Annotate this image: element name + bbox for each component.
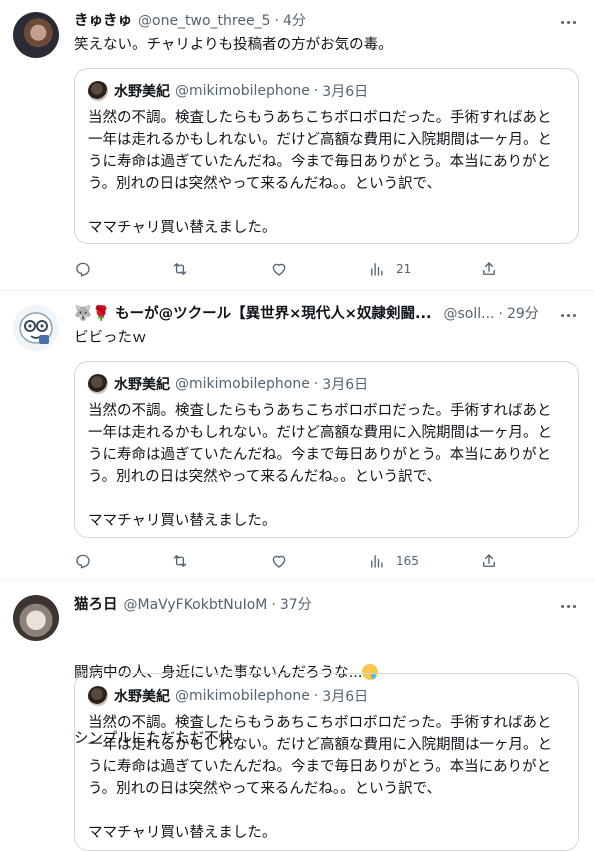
- retweet-icon: [173, 263, 187, 275]
- views-chart-icon: [371, 555, 383, 568]
- quoted-display-name: 水野美紀: [114, 689, 170, 705]
- share-button[interactable]: [480, 258, 498, 280]
- action-bar: 165: [74, 550, 504, 572]
- quoted-text: 当然の不調。検査したらもうあちこちボロボロだった。手術すればあと 一年は走れるか…: [88, 403, 552, 529]
- retweet-button[interactable]: [171, 258, 189, 280]
- views-count: 165: [396, 554, 419, 568]
- timestamp[interactable]: 37分: [280, 594, 312, 616]
- tweet-text: ビビったｗ: [74, 330, 147, 346]
- tweet-header: 猫ろ日 @MaVyFKokbtNuIoM · 37分: [74, 594, 554, 616]
- retweet-icon: [173, 555, 187, 567]
- separator-dot: ·: [313, 688, 319, 704]
- heart-icon: [272, 263, 286, 276]
- reply-button[interactable]: [74, 550, 92, 572]
- timestamp[interactable]: 29分: [507, 303, 539, 325]
- separator-dot: ·: [313, 376, 319, 392]
- separator-dot: ·: [271, 597, 276, 613]
- quoted-avatar: [88, 686, 108, 706]
- quoted-handle: @mikimobilephone: [175, 83, 310, 99]
- views-count: 21: [396, 262, 412, 276]
- user-handle[interactable]: @one_two_three_5: [138, 10, 271, 32]
- heart-icon: [272, 555, 286, 568]
- display-name[interactable]: きゅきゅ: [74, 10, 132, 32]
- user-avatar-icon[interactable]: [13, 12, 59, 58]
- share-icon: [483, 554, 495, 567]
- quoted-tweet[interactable]: 水野美紀 @mikimobilephone · 3月6日 当然の不調。検査したら…: [74, 361, 579, 538]
- ghost-avatar-icon[interactable]: [13, 305, 59, 351]
- retweet-button[interactable]: [171, 550, 189, 572]
- quoted-handle: @mikimobilephone: [175, 688, 310, 704]
- tweet-header: 🐺🌹 もーが@ツクール【異世界×現代人×奴隷剣闘... @soll... · 2…: [74, 303, 554, 325]
- quoted-tweet[interactable]: 水野美紀 @mikimobilephone · 3月6日 当然の不調。検査したら…: [74, 673, 579, 851]
- quoted-timestamp: 3月6日: [322, 377, 369, 393]
- quoted-avatar: [88, 81, 108, 101]
- share-button[interactable]: [480, 550, 498, 572]
- views-button[interactable]: 165: [368, 550, 419, 572]
- like-button[interactable]: [270, 550, 288, 572]
- reply-icon: [76, 554, 90, 569]
- quoted-display-name: 水野美紀: [114, 84, 170, 100]
- views-chart-icon: [371, 263, 383, 276]
- timestamp[interactable]: 4分: [283, 10, 306, 32]
- action-bar: 21: [74, 258, 504, 280]
- user-handle[interactable]: @MaVyFKokbtNuIoM: [124, 594, 268, 616]
- quoted-display-name: 水野美紀: [114, 377, 170, 393]
- reply-icon: [76, 262, 90, 277]
- cat-avatar-icon[interactable]: [13, 595, 59, 641]
- share-icon: [483, 262, 495, 275]
- separator-dot: ·: [498, 306, 503, 322]
- tweet[interactable]: きゅきゅ @one_two_three_5 · 4分 笑えない。チャリよりも投稿…: [0, 0, 594, 290]
- separator-dot: ·: [313, 83, 319, 99]
- quoted-timestamp: 3月6日: [322, 84, 369, 100]
- more-icon[interactable]: [558, 596, 578, 616]
- quoted-header: 水野美紀 @mikimobilephone · 3月6日: [88, 81, 368, 101]
- tweet-header: きゅきゅ @one_two_three_5 · 4分: [74, 10, 554, 32]
- separator-dot: ·: [274, 13, 279, 29]
- quoted-text: 当然の不調。検査したらもうあちこちボロボロだった。手術すればあと 一年は走れるか…: [88, 715, 552, 841]
- tweet-text: 笑えない。チャリよりも投稿者の方がお気の毒。: [74, 37, 393, 53]
- more-icon[interactable]: [558, 305, 578, 325]
- quoted-timestamp: 3月6日: [322, 689, 369, 705]
- more-icon[interactable]: [558, 12, 578, 32]
- user-handle[interactable]: @soll...: [443, 303, 494, 325]
- quoted-handle: @mikimobilephone: [175, 376, 310, 392]
- display-name[interactable]: 🐺🌹 もーが@ツクール【異世界×現代人×奴隷剣闘...: [74, 303, 431, 325]
- tweet[interactable]: 猫ろ日 @MaVyFKokbtNuIoM · 37分 闘病中の人、身近にいた事な…: [0, 581, 594, 851]
- like-button[interactable]: [270, 258, 288, 280]
- views-button[interactable]: 21: [368, 258, 411, 280]
- display-name[interactable]: 猫ろ日: [74, 594, 118, 616]
- quoted-text: 当然の不調。検査したらもうあちこちボロボロだった。手術すればあと 一年は走れるか…: [88, 110, 552, 236]
- tweet[interactable]: 🐺🌹 もーが@ツクール【異世界×現代人×奴隷剣闘... @soll... · 2…: [0, 291, 594, 580]
- reply-button[interactable]: [74, 258, 92, 280]
- quoted-tweet[interactable]: 水野美紀 @mikimobilephone · 3月6日 当然の不調。検査したら…: [74, 68, 579, 244]
- quoted-header: 水野美紀 @mikimobilephone · 3月6日: [88, 374, 368, 394]
- quoted-header: 水野美紀 @mikimobilephone · 3月6日: [88, 686, 368, 706]
- quoted-avatar: [88, 374, 108, 394]
